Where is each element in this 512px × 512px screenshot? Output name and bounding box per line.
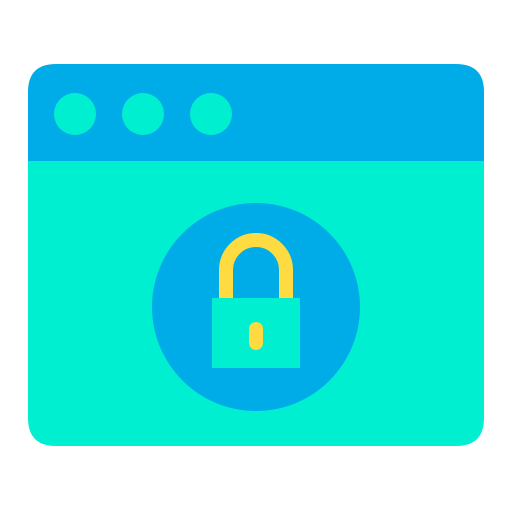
window-dot-icon: [190, 93, 232, 135]
window-title-bar: [28, 64, 484, 161]
browser-lock-icon: [28, 64, 484, 446]
icon-canvas: [0, 0, 512, 512]
keyhole-icon: [249, 322, 263, 350]
window-dot-icon: [54, 93, 96, 135]
window-dot-icon: [122, 93, 164, 135]
